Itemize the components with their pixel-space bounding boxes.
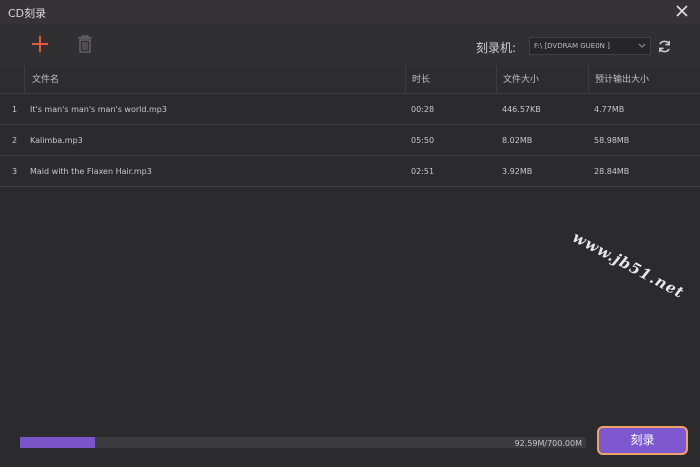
capacity-text: 92.59M/700.00M — [514, 439, 582, 448]
column-header-size[interactable]: 文件大小 — [503, 66, 539, 94]
row-estimated: 58.98MB — [594, 136, 630, 145]
row-size: 8.02MB — [502, 136, 533, 145]
window-title: CD刻录 — [8, 7, 47, 20]
row-filename: Maid with the Flaxen Hair.mp3 — [30, 167, 152, 176]
close-icon[interactable] — [674, 3, 690, 19]
chevron-down-icon — [637, 41, 647, 51]
row-filename: It's man's man's man's world.mp3 — [30, 105, 167, 114]
add-file-button[interactable] — [30, 34, 50, 54]
row-index: 3 — [12, 167, 18, 176]
column-header-duration[interactable]: 时长 — [412, 66, 430, 94]
row-filename: Kalimba.mp3 — [30, 136, 83, 145]
row-index: 2 — [12, 136, 18, 145]
table-row[interactable]: 1 It's man's man's man's world.mp3 00:28… — [0, 94, 700, 125]
column-header-filename[interactable]: 文件名 — [32, 66, 59, 94]
delete-file-button[interactable] — [77, 35, 93, 53]
burn-button[interactable]: 刻录 — [597, 426, 688, 455]
column-separator — [496, 66, 497, 94]
column-separator — [405, 66, 406, 94]
title-bar: CD刻录 — [0, 0, 700, 24]
watermark: www.jb51.net — [569, 228, 688, 303]
row-estimated: 4.77MB — [594, 105, 625, 114]
column-header-estimated[interactable]: 预计输出大小 — [595, 66, 649, 94]
table-row[interactable]: 2 Kalimba.mp3 05:50 8.02MB 58.98MB — [0, 125, 700, 156]
row-index: 1 — [12, 105, 18, 114]
row-duration: 00:28 — [411, 105, 435, 114]
row-size: 446.57KB — [502, 105, 541, 114]
row-size: 3.92MB — [502, 167, 533, 176]
burner-label: 刻录机: — [476, 41, 517, 55]
row-duration: 02:51 — [411, 167, 435, 176]
refresh-icon — [659, 40, 670, 53]
table-row[interactable]: 3 Maid with the Flaxen Hair.mp3 02:51 3.… — [0, 156, 700, 187]
refresh-button[interactable] — [657, 39, 672, 54]
trash-icon — [78, 35, 92, 53]
row-estimated: 28.84MB — [594, 167, 630, 176]
column-separator — [24, 66, 25, 94]
table-header: 文件名 时长 文件大小 预计输出大小 — [0, 66, 700, 94]
file-table: 文件名 时长 文件大小 预计输出大小 1 It's man's man's ma… — [0, 66, 700, 187]
drive-select[interactable]: F:\ [DVDRAM GUE0N ] — [529, 37, 651, 55]
plus-icon — [32, 36, 48, 52]
capacity-progress-fill — [20, 437, 95, 448]
drive-value: F:\ [DVDRAM GUE0N ] — [534, 42, 610, 50]
toolbar: 刻录机: F:\ [DVDRAM GUE0N ] — [0, 24, 700, 66]
column-separator — [588, 66, 589, 94]
row-duration: 05:50 — [411, 136, 435, 145]
